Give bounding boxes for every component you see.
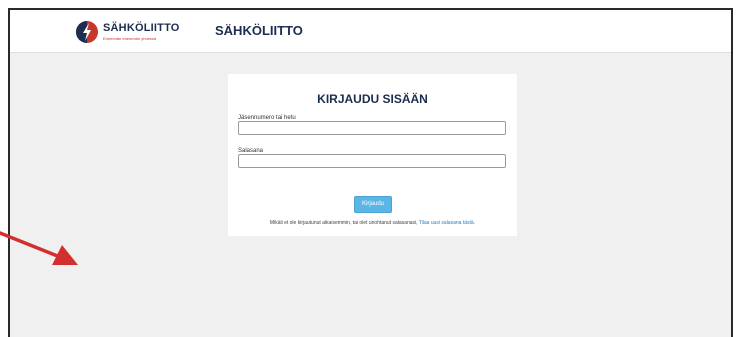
red-arrow-icon — [0, 231, 78, 265]
password-input[interactable] — [238, 154, 506, 168]
brand-logo[interactable]: SÄHKÖLIITTO Enemmän enemmän yhdessä — [75, 20, 180, 46]
brand-tagline: Enemmän enemmän yhdessä — [103, 36, 157, 41]
site-header: SÄHKÖLIITTO Enemmän enemmän yhdessä SÄHK… — [10, 10, 731, 53]
login-title: KIRJAUDU SISÄÄN — [317, 92, 428, 106]
browser-page: SÄHKÖLIITTO Enemmän enemmän yhdessä SÄHK… — [8, 8, 733, 337]
site-title: SÄHKÖLIITTO — [215, 23, 303, 38]
password-notice-text: Mikäli et ole kirjautunut aikaisemmin, t… — [269, 220, 418, 226]
lightning-bolt-logo-icon — [76, 21, 98, 43]
order-new-password-link[interactable]: Tilaa uusi salasana tästä. — [419, 220, 475, 226]
member-number-input[interactable] — [238, 121, 506, 135]
brand-name: SÄHKÖLIITTO — [103, 22, 180, 34]
login-button[interactable]: Kirjaudu — [354, 196, 392, 213]
password-notice: Mikäli et ole kirjautunut aikaisemmin, t… — [228, 220, 517, 226]
login-card: KIRJAUDU SISÄÄN Jäsennumero tai hetu Sal… — [228, 74, 517, 236]
